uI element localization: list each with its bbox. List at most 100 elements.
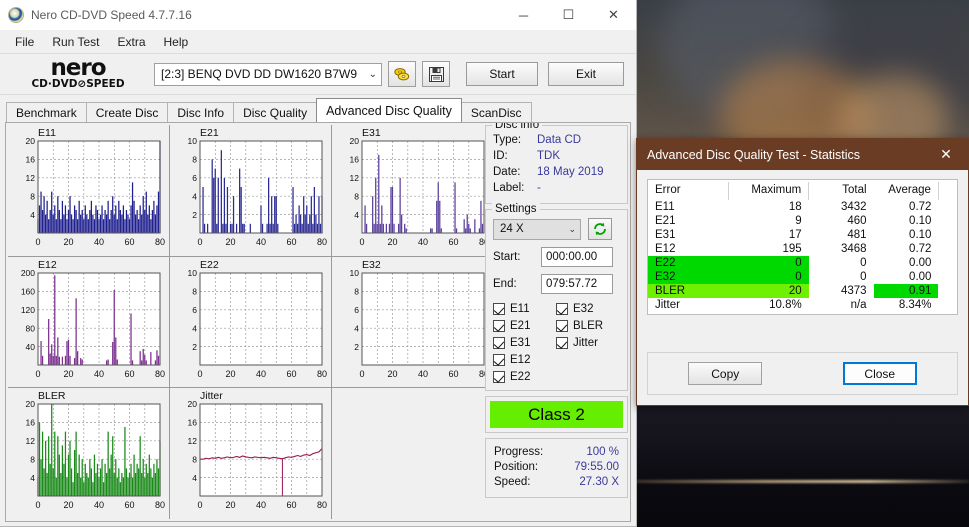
cell-average: 0.72 [909,201,932,213]
checkbox-e22[interactable]: E22 [493,371,556,383]
svg-text:10: 10 [188,268,198,278]
checkbox-label: E12 [510,354,531,366]
chart-cell-e11: E11 4 8 12 16 20 0 20 40 60 80 [8,125,170,257]
close-button[interactable]: ✕ [591,0,636,30]
side-panels: Disc info Type: Data CD ID: TDK Date: 18… [485,123,628,498]
status-box: Progress: 100 % Position: 79:55.00 Speed… [485,438,628,498]
minimize-button[interactable]: ─ [501,0,546,30]
disc-info-label: Label: [493,182,525,194]
drive-select[interactable]: [2:3] BENQ DVD DD DW1620 B7W9 ⌄ [154,62,382,86]
checkbox-e11[interactable]: E11 [493,303,556,315]
menubar: File Run Test Extra Help [0,30,636,53]
svg-text:60: 60 [286,237,296,247]
table-row[interactable]: E32 0 0 0.00 [648,270,957,284]
tab-scandisc[interactable]: ScanDisc [460,102,532,122]
svg-text:8: 8 [192,287,197,297]
start-input[interactable]: 000:00.00 [541,247,613,267]
checkbox-e21[interactable]: E21 [493,320,556,332]
cell-total: 3468 [840,243,867,255]
maximize-button[interactable]: ☐ [546,0,591,30]
disc-info-row-date: Date: 18 May 2019 [493,164,620,180]
tab-disc-quality[interactable]: Disc Quality [233,102,318,122]
chart-e12: 40 80 120 160 200 0 20 40 60 80 [10,259,167,385]
end-label: End: [493,278,517,290]
nero-logo-wordmark: nero [50,55,106,81]
nero-logo: nero CD·DVD⊘SPEED [8,56,148,92]
start-button[interactable]: Start [466,62,538,86]
svg-text:120: 120 [21,305,35,315]
checkmark-icon [556,320,568,332]
close-button[interactable]: Close [842,362,917,385]
svg-text:12: 12 [26,173,36,183]
checkbox-bler[interactable]: BLER [556,320,619,332]
svg-text:4: 4 [30,210,35,220]
copy-button[interactable]: Copy [688,362,763,385]
menu-run-test[interactable]: Run Test [43,32,108,52]
svg-text:40: 40 [94,369,104,379]
tab-advanced-disc-quality[interactable]: Advanced Disc Quality [316,98,462,122]
toolbar: nero CD·DVD⊘SPEED [2:3] BENQ DVD DD DW16… [0,53,636,95]
statistics-table-head: Error Maximum Total Average [648,182,957,200]
chevron-down-icon: ⌄ [568,223,576,234]
svg-text:20: 20 [387,369,397,379]
tab-benchmark[interactable]: Benchmark [6,102,87,122]
tab-create-disc[interactable]: Create Disc [85,102,169,122]
svg-text:16: 16 [26,155,36,165]
svg-text:6: 6 [354,305,359,315]
cell-error: E12 [655,243,676,255]
table-row[interactable]: Jitter 10.8% n/a 8.34% [648,298,957,312]
quality-class-box: Class 2 [485,396,628,433]
speed-select[interactable]: 24 X ⌄ [493,218,581,240]
table-row[interactable]: BLER 20 4373 0.91 [648,284,957,298]
checkbox-e31[interactable]: E31 [493,337,556,349]
disc-icon [8,7,24,23]
table-row[interactable]: E12 195 3468 0.72 [648,242,957,256]
table-row[interactable]: E11 18 3432 0.72 [648,200,957,214]
svg-text:8: 8 [30,191,35,201]
column-header-spacer [938,182,957,200]
svg-text:2: 2 [354,342,359,352]
cell-error: E32 [648,270,729,284]
save-button[interactable] [422,61,450,87]
exit-button[interactable]: Exit [548,62,624,86]
chart-title-e12: E12 [38,259,57,271]
column-header-total: Total [842,184,867,196]
chevron-down-icon: ⌄ [368,68,377,80]
menu-file[interactable]: File [6,32,43,52]
cell-maximum: 18 [788,201,802,213]
menu-extra[interactable]: Extra [108,32,154,52]
nero-logo-subtitle: CD·DVD⊘SPEED [31,78,125,90]
svg-text:40: 40 [256,500,266,510]
checkbox-e32[interactable]: E32 [556,303,619,315]
status-label: Speed: [494,476,531,488]
table-row[interactable]: E31 17 481 0.10 [648,228,957,242]
checkbox-jitter[interactable]: Jitter [556,337,619,349]
close-icon[interactable]: ✕ [924,139,968,170]
cell-total: n/a [850,299,867,311]
status-value: 100 % [586,446,619,458]
tab-disc-info[interactable]: Disc Info [167,102,235,122]
svg-text:40: 40 [418,369,428,379]
statistics-table-wrap: Error Maximum Total Average E11 18 3432 0.7… [647,179,958,315]
cell-maximum: 0 [728,256,809,270]
cell-spacer [938,228,957,242]
cell-spacer [938,270,957,284]
menu-help[interactable]: Help [155,32,198,52]
wallpaper-smoke [800,10,969,150]
chart-grid: E11 4 8 12 16 20 0 20 40 60 80 E21 2 4 6 8 10 0 20 40 60 8… [8,125,492,519]
cell-maximum: 195 [782,243,802,255]
svg-text:40: 40 [256,237,266,247]
chart-title-jitter: Jitter [200,390,223,402]
speed-select-value: 24 X [500,223,524,235]
checkmark-icon [493,303,505,315]
svg-text:80: 80 [155,369,165,379]
refresh-button[interactable] [588,218,612,240]
end-input[interactable]: 079:57.72 [541,274,613,294]
table-row[interactable]: E21 9 460 0.10 [648,214,957,228]
checkmark-icon [493,320,505,332]
table-row[interactable]: E22 0 0 0.00 [648,256,957,270]
svg-text:200: 200 [21,268,35,278]
eject-disc-button[interactable] [388,61,416,87]
cell-error: E22 [648,256,729,270]
checkbox-e12[interactable]: E12 [493,354,556,366]
